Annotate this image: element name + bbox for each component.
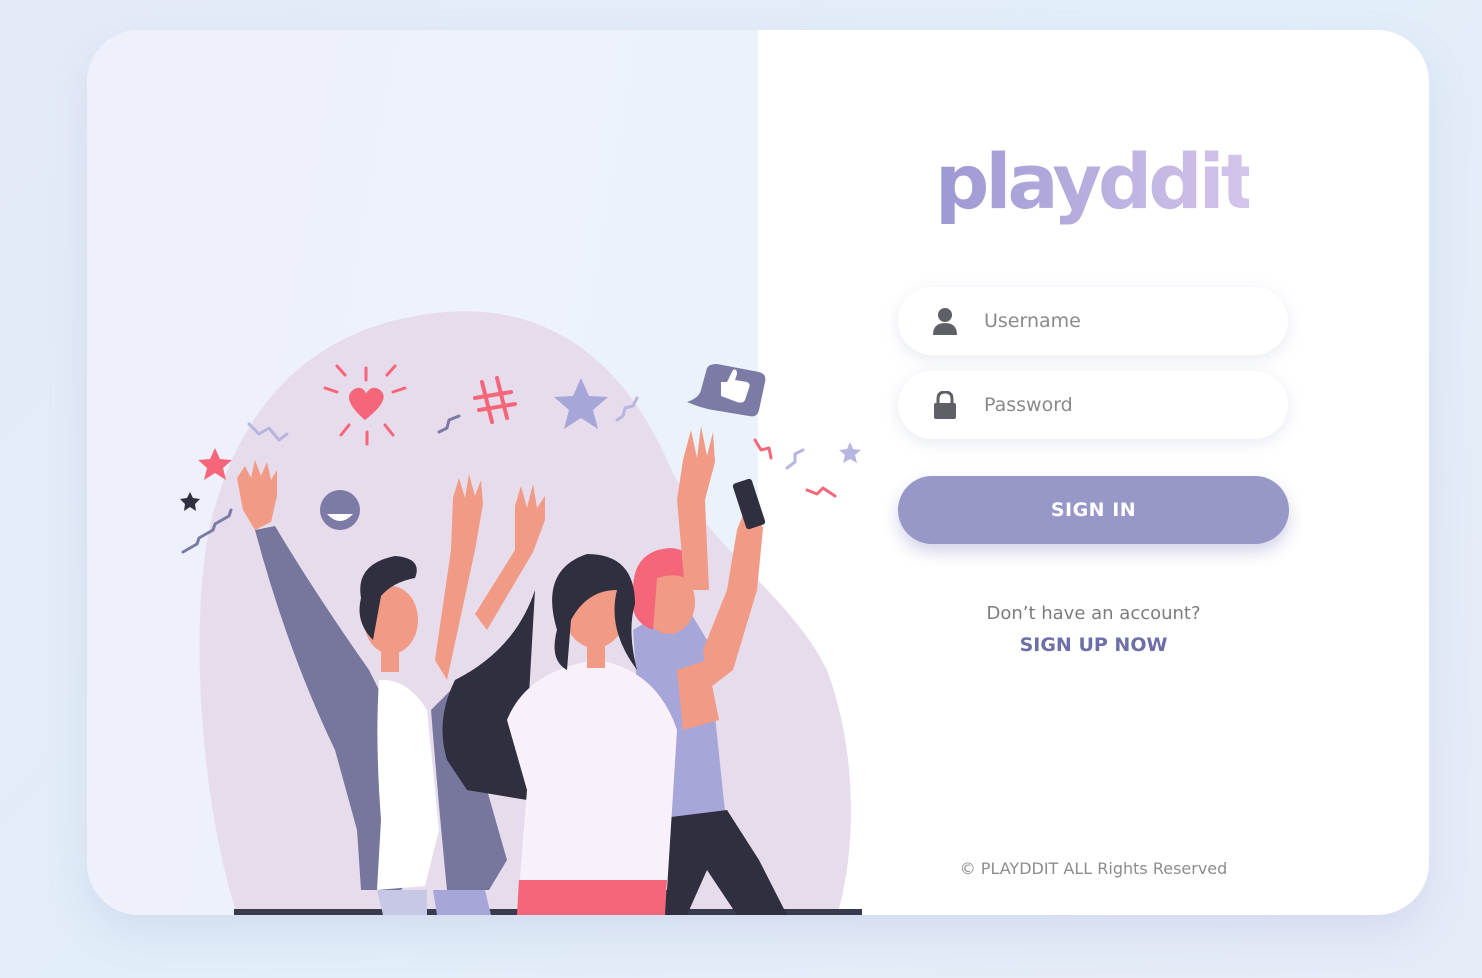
login-card: playddit SIGN IN Don’t have an account? … <box>87 30 1429 915</box>
password-input[interactable] <box>982 393 1246 417</box>
lock-icon <box>932 390 958 420</box>
username-input[interactable] <box>982 309 1246 333</box>
user-icon <box>932 306 958 336</box>
logo: playddit <box>939 138 1249 226</box>
sign-up-link[interactable]: SIGN UP NOW <box>898 634 1289 656</box>
logo-text: playddit <box>939 138 1249 226</box>
like-bubble-icon <box>687 364 766 417</box>
copyright-footer: © PLAYDDIT ALL Rights Reserved <box>959 859 1228 878</box>
star-icon <box>839 442 861 463</box>
smiley-icon <box>320 490 360 530</box>
password-field[interactable] <box>898 371 1288 439</box>
sign-in-button[interactable]: SIGN IN <box>898 476 1289 544</box>
no-account-text: Don’t have an account? <box>986 603 1201 624</box>
username-field[interactable] <box>898 287 1288 355</box>
star-icon <box>180 492 200 511</box>
